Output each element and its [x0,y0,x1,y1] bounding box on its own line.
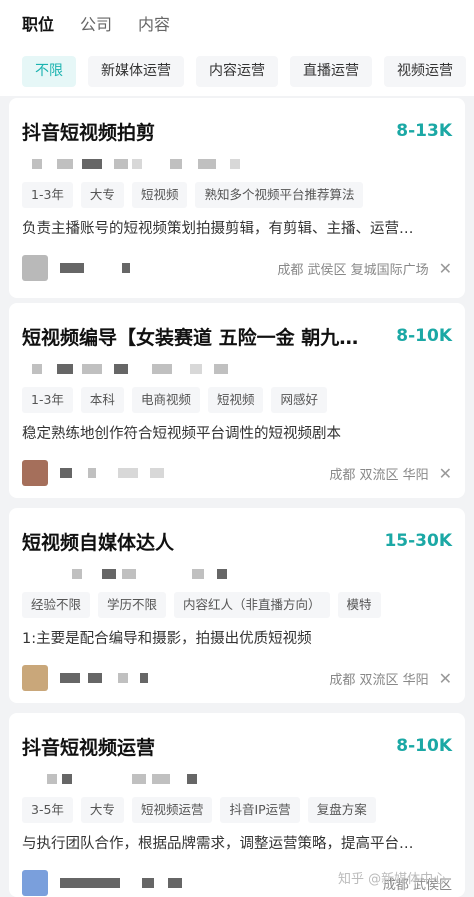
job-description: 负责主播账号的短视频策划拍摄剪辑，有剪辑、主播、运营… [22,221,414,237]
close-icon[interactable]: ✕ [439,259,452,278]
filter-chip-live-ops[interactable]: 直播运营 [290,55,372,87]
job-salary: 8-13K [396,121,452,141]
job-card[interactable]: 短视频自媒体达人 15-30K 经验不限 学历不限 内容红人（非直播方向） 模特… [9,508,465,703]
job-description: 稳定熟练地创作符合短视频平台调性的短视频剧本 [22,426,341,442]
job-tags: 经验不限 学历不限 内容红人（非直播方向） 模特 [22,592,452,618]
job-tag: 内容红人（非直播方向） [174,592,330,618]
job-tag: 大专 [80,797,124,823]
job-tag: 经验不限 [22,592,91,618]
job-salary: 15-30K [384,531,452,551]
job-tag: 学历不限 [98,592,167,618]
filter-chip-unlimited[interactable]: 不限 [22,55,76,87]
avatar [22,255,48,281]
job-tag: 3-5年 [22,797,73,823]
job-tag: 1-3年 [22,182,73,208]
job-title: 短视频编导【女装赛道 五险一金 朝九… [22,326,359,349]
avatar [22,665,48,691]
job-tag: 抖音IP运营 [220,797,300,823]
recruiter-info-blurred [22,665,222,691]
job-salary: 8-10K [396,326,452,346]
job-tag: 本科 [80,387,124,413]
top-tab-bar: 职位 公司 内容 [0,0,474,46]
job-tags: 1-3年 本科 电商视频 短视频 网感好 [22,387,452,413]
job-tags: 3-5年 大专 短视频运营 抖音IP运营 复盘方案 [22,797,452,823]
job-description: 1:主要是配合编导和摄影，拍摄出优质短视频 [22,631,312,647]
close-icon[interactable]: ✕ [439,669,452,688]
job-salary: 8-10K [396,736,452,756]
job-tag: 大专 [80,182,124,208]
tab-jobs[interactable]: 职位 [22,11,54,35]
filter-chip-new-media-ops[interactable]: 新媒体运营 [88,55,184,87]
job-title: 抖音短视频运营 [22,736,156,759]
job-description: 与执行团队合作，根据品牌需求，调整运营策略，提高平台… [22,836,414,852]
tab-content[interactable]: 内容 [138,11,170,35]
close-icon[interactable]: ✕ [439,464,452,483]
job-tag: 网感好 [271,387,327,413]
job-tag: 1-3年 [22,387,73,413]
job-title: 抖音短视频拍剪 [22,121,156,144]
company-info-blurred [22,564,452,586]
company-info-blurred [22,154,452,176]
job-tag: 熟知多个视频平台推荐算法 [195,182,364,208]
job-location: 成都 双流区 华阳 [329,672,429,688]
job-tag: 短视频 [207,387,264,413]
company-info-blurred [22,769,452,791]
company-info-blurred [22,359,452,381]
job-card[interactable]: 短视频编导【女装赛道 五险一金 朝九… 8-10K 1-3年 本科 电商视频 短… [9,303,465,498]
job-tag: 短视频运营 [131,797,213,823]
job-title: 短视频自媒体达人 [22,531,175,554]
job-tags: 1-3年 大专 短视频 熟知多个视频平台推荐算法 [22,182,452,208]
job-tag: 复盘方案 [307,797,376,823]
tab-companies[interactable]: 公司 [80,11,112,35]
avatar [22,870,48,896]
job-tag: 模特 [337,592,381,618]
filter-chip-video-ops[interactable]: 视频运营 [384,55,466,87]
job-tag: 短视频 [131,182,188,208]
watermark: 知乎 @新媒体中心 [338,872,447,887]
filter-bar: 不限 新媒体运营 内容运营 直播运营 视频运营 [0,46,474,96]
job-tag: 电商视频 [131,387,200,413]
avatar [22,460,48,486]
job-card[interactable]: 抖音短视频拍剪 8-13K 1-3年 大专 短视频 熟知多个视频平台推荐算法 负… [9,98,465,298]
recruiter-info-blurred [22,255,222,281]
filter-chip-content-ops[interactable]: 内容运营 [196,55,278,87]
recruiter-info-blurred [22,870,222,896]
job-location: 成都 双流区 华阳 [329,467,429,483]
job-location: 成都 武侯区 复城国际广场 [277,262,429,278]
recruiter-info-blurred [22,460,222,486]
